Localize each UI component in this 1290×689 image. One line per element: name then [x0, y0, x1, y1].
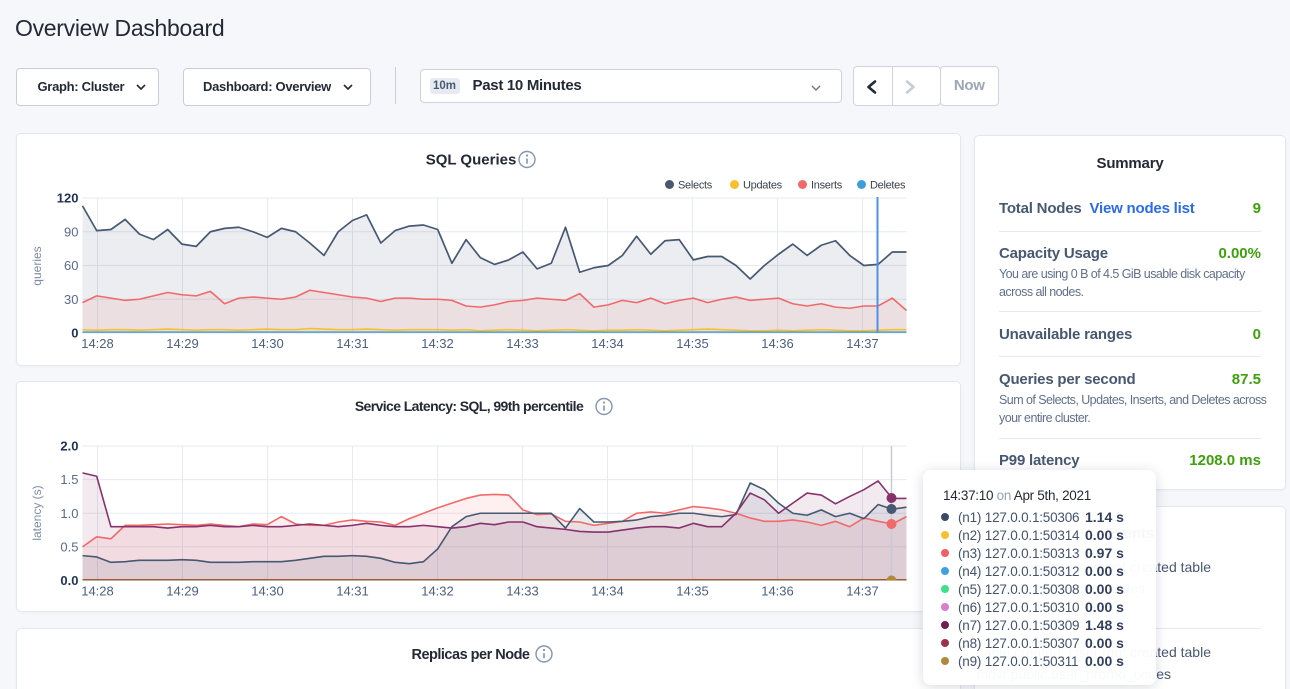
svg-text:Deletes: Deletes — [870, 180, 906, 192]
svg-text:0.5: 0.5 — [60, 539, 78, 554]
svg-text:14:32: 14:32 — [421, 336, 454, 351]
svg-text:14:30: 14:30 — [251, 584, 284, 599]
svg-text:1.0: 1.0 — [60, 506, 78, 521]
svg-text:Inserts: Inserts — [811, 180, 843, 192]
svg-text:14:33: 14:33 — [506, 336, 539, 351]
svg-text:Replicas per Node: Replicas per Node — [411, 647, 529, 663]
svg-text:latency (s): latency (s) — [30, 485, 44, 540]
svg-text:Updates: Updates — [743, 180, 783, 192]
svg-text:14:37: 14:37 — [846, 336, 879, 351]
svg-text:14:36: 14:36 — [761, 336, 794, 351]
svg-text:14:36: 14:36 — [761, 584, 794, 599]
svg-text:0.0: 0.0 — [60, 573, 78, 588]
svg-text:14:28: 14:28 — [81, 584, 114, 599]
svg-text:1.5: 1.5 — [60, 472, 78, 487]
svg-text:2.0: 2.0 — [60, 439, 78, 454]
svg-text:14:29: 14:29 — [166, 584, 199, 599]
svg-text:14:33: 14:33 — [506, 584, 539, 599]
svg-text:14:34: 14:34 — [591, 336, 624, 351]
svg-text:14:29: 14:29 — [166, 336, 199, 351]
svg-text:14:31: 14:31 — [336, 584, 369, 599]
svg-text:14:34: 14:34 — [591, 584, 624, 599]
svg-text:30: 30 — [64, 292, 78, 307]
svg-text:14:35: 14:35 — [676, 336, 709, 351]
svg-text:60: 60 — [64, 258, 78, 273]
svg-text:14:28: 14:28 — [81, 336, 114, 351]
svg-text:queries: queries — [30, 246, 44, 285]
svg-text:Service Latency: SQL, 99th per: Service Latency: SQL, 99th percentile — [354, 398, 583, 414]
svg-text:SQL Queries: SQL Queries — [425, 152, 516, 169]
svg-text:14:37: 14:37 — [846, 584, 879, 599]
svg-text:14:30: 14:30 — [251, 336, 284, 351]
svg-text:14:31: 14:31 — [336, 336, 369, 351]
svg-text:Selects: Selects — [678, 180, 713, 192]
svg-text:90: 90 — [64, 224, 78, 239]
svg-text:14:35: 14:35 — [676, 584, 709, 599]
svg-text:14:32: 14:32 — [421, 584, 454, 599]
svg-text:120: 120 — [56, 191, 78, 206]
svg-text:0: 0 — [71, 326, 78, 341]
